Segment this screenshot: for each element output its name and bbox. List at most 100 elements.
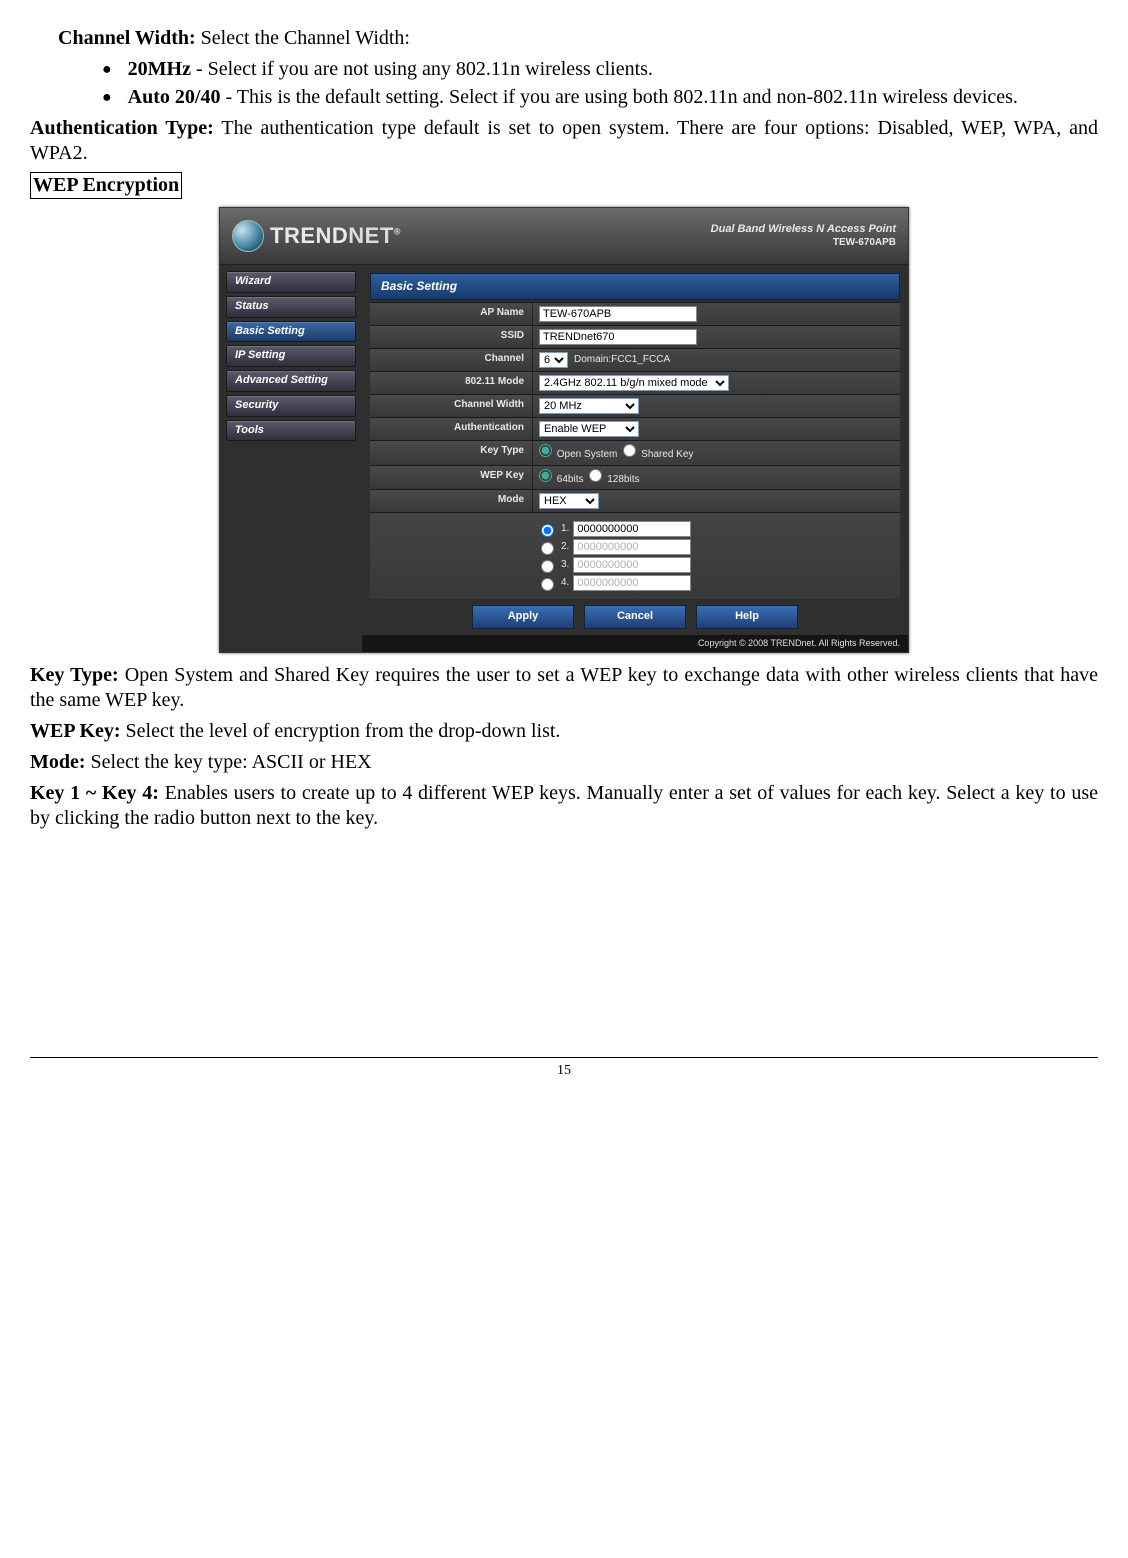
channel-width-label: Channel Width: (58, 27, 196, 49)
key4-num: 4. (561, 577, 569, 590)
key-type-text: Open System and Shared Key requires the … (30, 664, 1098, 711)
globe-icon (232, 220, 264, 252)
label-key-type: Key Type (370, 441, 533, 465)
channel-domain: Domain:FCC1_FCCA (574, 354, 670, 367)
panel-title: Basic Setting (370, 273, 900, 300)
input-key4[interactable] (573, 575, 691, 591)
mode-text: Select the key type: ASCII or HEX (86, 751, 372, 773)
row-mode: Mode HEX (370, 489, 900, 512)
sidebar: Wizard Status Basic Setting IP Setting A… (220, 265, 362, 652)
radio-128bits-wrap[interactable]: 128bits (589, 469, 639, 487)
radio-key1[interactable] (541, 524, 554, 537)
label-mode: Mode (370, 490, 533, 512)
sidebar-item-basic-setting[interactable]: Basic Setting (226, 321, 356, 343)
bullet-auto2040-label: Auto 20/40 (128, 86, 221, 108)
key1-num: 1. (561, 523, 569, 536)
key2-num: 2. (561, 541, 569, 554)
bullet-20mhz-content: 20MHz - Select if you are not using any … (128, 57, 653, 82)
brand-trend: TREND (270, 223, 348, 248)
wep-key-label: WEP Key: (30, 720, 121, 742)
mode-para: Mode: Select the key type: ASCII or HEX (30, 750, 1098, 775)
radio-shared-key-wrap[interactable]: Shared Key (623, 444, 693, 462)
bullet-auto2040: ● Auto 20/40 - This is the default setti… (102, 85, 1098, 111)
radio-64bits-wrap[interactable]: 64bits (539, 469, 583, 487)
radio-open-system-wrap[interactable]: Open System (539, 444, 617, 462)
router-body: Wizard Status Basic Setting IP Setting A… (220, 265, 908, 652)
input-key1[interactable] (573, 521, 691, 537)
page-number: 15 (30, 1062, 1098, 1080)
row-80211-mode: 802.11 Mode 2.4GHz 802.11 b/g/n mixed mo… (370, 371, 900, 394)
help-button[interactable]: Help (696, 605, 798, 629)
wep-key-text: Select the level of encryption from the … (121, 720, 561, 742)
bullet-dot-icon: ● (102, 57, 112, 83)
wep-heading-row: WEP Encryption (30, 172, 1098, 199)
bullet-auto2040-content: Auto 20/40 - This is the default setting… (128, 85, 1018, 110)
row-wep-key: WEP Key 64bits 128bits (370, 465, 900, 490)
bullet-dot-icon: ● (102, 85, 112, 111)
bullet-20mhz-label: 20MHz (128, 58, 191, 80)
auth-type-para: Authentication Type: The authentication … (30, 116, 1098, 166)
radio-64bits[interactable] (539, 469, 552, 482)
key-row-4: 4. (536, 575, 894, 591)
row-channel: Channel 6 Domain:FCC1_FCCA (370, 348, 900, 371)
label-authentication: Authentication (370, 418, 533, 440)
key-type-para: Key Type: Open System and Shared Key req… (30, 663, 1098, 713)
key-row-3: 3. (536, 557, 894, 573)
input-key3[interactable] (573, 557, 691, 573)
brand-net: NET (348, 223, 394, 248)
bullet-20mhz-text: - Select if you are not using any 802.11… (191, 58, 653, 80)
select-channel-width[interactable]: 20 MHz (539, 398, 639, 414)
radio-key3[interactable] (541, 560, 554, 573)
radio-128bits[interactable] (589, 469, 602, 482)
wep-encryption-heading: WEP Encryption (30, 172, 182, 199)
select-80211-mode[interactable]: 2.4GHz 802.11 b/g/n mixed mode (539, 375, 729, 391)
header-model: TEW-670APB (711, 237, 896, 250)
bullet-20mhz: ● 20MHz - Select if you are not using an… (102, 57, 1098, 83)
radio-open-system-label: Open System (557, 449, 618, 460)
input-ssid[interactable] (539, 329, 697, 345)
radio-key4[interactable] (541, 578, 554, 591)
header-title: Dual Band Wireless N Access Point (711, 223, 896, 235)
radio-shared-key-label: Shared Key (641, 449, 693, 460)
select-authentication[interactable]: Enable WEP (539, 421, 639, 437)
main-panel: Basic Setting AP Name SSID Channel 6 (362, 265, 908, 652)
key3-num: 3. (561, 559, 569, 572)
label-ssid: SSID (370, 326, 533, 348)
row-channel-width: Channel Width 20 MHz (370, 394, 900, 417)
row-ssid: SSID (370, 325, 900, 348)
bullet-list: ● 20MHz - Select if you are not using an… (30, 57, 1098, 110)
cancel-button[interactable]: Cancel (584, 605, 686, 629)
bullet-auto2040-text: - This is the default setting. Select if… (220, 86, 1017, 108)
channel-width-text: Select the Channel Width: (196, 27, 410, 49)
key-row-1: 1. (536, 521, 894, 537)
sidebar-item-security[interactable]: Security (226, 395, 356, 417)
sidebar-item-ip-setting[interactable]: IP Setting (226, 345, 356, 367)
sidebar-item-advanced-setting[interactable]: Advanced Setting (226, 370, 356, 392)
router-header: TRENDNET® Dual Band Wireless N Access Po… (220, 208, 908, 265)
radio-64bits-label: 64bits (557, 474, 584, 485)
form-area: AP Name SSID Channel 6 Domain:FCC1_FCCA (362, 302, 908, 599)
select-channel[interactable]: 6 (539, 352, 568, 368)
radio-open-system[interactable] (539, 444, 552, 457)
header-right: Dual Band Wireless N Access Point TEW-67… (711, 223, 896, 249)
key-type-label: Key Type: (30, 664, 119, 686)
row-ap-name: AP Name (370, 302, 900, 325)
wep-key-para: WEP Key: Select the level of encryption … (30, 719, 1098, 744)
logo: TRENDNET® (232, 220, 401, 252)
channel-width-para: Channel Width: Select the Channel Width: (30, 26, 1098, 51)
radio-key2[interactable] (541, 542, 554, 555)
sidebar-item-wizard[interactable]: Wizard (226, 271, 356, 293)
input-ap-name[interactable] (539, 306, 697, 322)
sidebar-item-status[interactable]: Status (226, 296, 356, 318)
apply-button[interactable]: Apply (472, 605, 574, 629)
label-80211-mode: 802.11 Mode (370, 372, 533, 394)
label-channel-width: Channel Width (370, 395, 533, 417)
mode-label: Mode: (30, 751, 86, 773)
label-channel: Channel (370, 349, 533, 371)
input-key2[interactable] (573, 539, 691, 555)
label-wep-key: WEP Key (370, 466, 533, 490)
select-mode[interactable]: HEX (539, 493, 599, 509)
radio-shared-key[interactable] (623, 444, 636, 457)
sidebar-item-tools[interactable]: Tools (226, 420, 356, 442)
footer-rule (30, 1057, 1098, 1058)
